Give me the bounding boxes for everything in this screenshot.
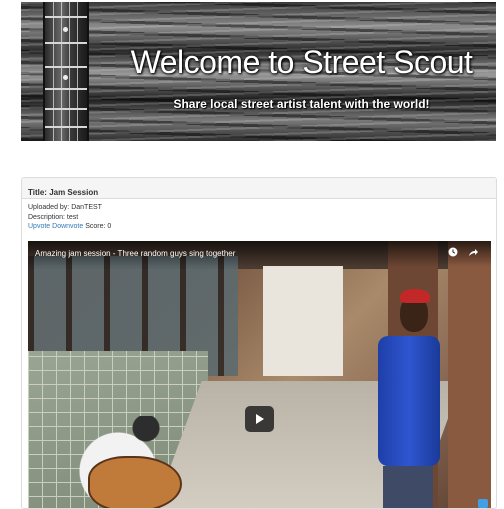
guitar-neck-image (43, 2, 89, 141)
video-title[interactable]: Amazing jam session - Three random guys … (35, 249, 235, 258)
video-player[interactable]: Amazing jam session - Three random guys … (28, 241, 491, 508)
description: Description: test (28, 213, 79, 221)
clock-icon[interactable] (448, 247, 458, 257)
play-icon (256, 414, 264, 424)
downvote-link[interactable]: Downvote (52, 223, 83, 230)
site-title: Welcome to Street Scout (130, 44, 473, 80)
video-title-bar: Amazing jam session - Three random guys … (28, 241, 491, 267)
play-button[interactable] (245, 406, 274, 432)
upvote-link[interactable]: Upvote (28, 223, 50, 230)
post-panel: Title: Jam Session Uploaded by: DanTEST … (21, 177, 497, 509)
share-icon[interactable] (468, 247, 479, 258)
score: Score: 0 (85, 223, 112, 230)
header-banner: Welcome to Street Scout Share local stre… (21, 2, 496, 141)
uploaded-by: Uploaded by: DanTEST (28, 204, 102, 211)
vote-row: Upvote Downvote Score: 0 (28, 222, 490, 232)
standing-singer (378, 336, 440, 466)
post-meta: Uploaded by: DanTEST Description: test U… (22, 199, 496, 232)
site-subtitle: Share local street artist talent with th… (173, 97, 430, 111)
post-heading: Title: Jam Session (22, 178, 496, 199)
guitar (88, 456, 182, 508)
post-title: Title: Jam Session (28, 188, 99, 197)
